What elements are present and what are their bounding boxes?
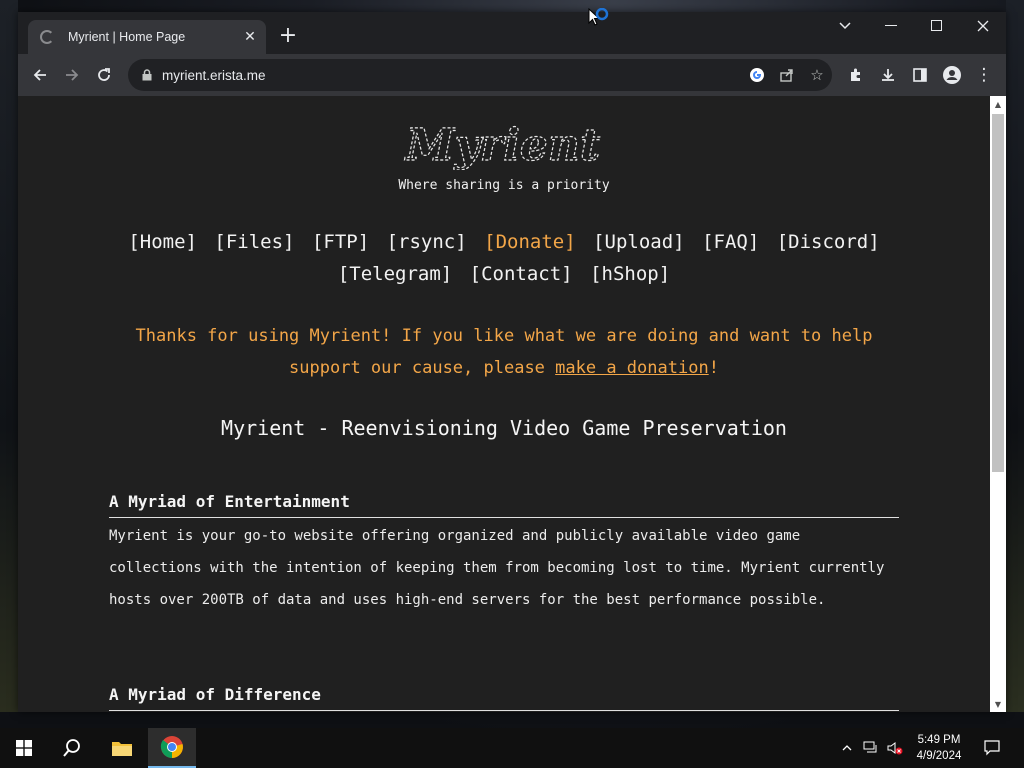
nav-faq[interactable]: [FAQ] — [702, 231, 759, 253]
clock-date: 4/9/2024 — [916, 750, 962, 762]
busy-cursor-icon — [588, 8, 609, 26]
new-tab-button[interactable]: + — [276, 24, 300, 48]
nav-telegram[interactable]: [Telegram] — [338, 263, 452, 285]
chrome-window: Myrient | Home Page ✕ + myrient.erista.m… — [18, 12, 1006, 712]
tagline: Where sharing is a priority — [398, 178, 610, 193]
nav-discord[interactable]: [Discord] — [777, 231, 880, 253]
section-body-entertainment: Myrient is your go-to website offering o… — [109, 528, 885, 608]
extensions-puzzle-icon[interactable] — [842, 61, 870, 89]
address-bar[interactable]: myrient.erista.me ☆ — [128, 59, 832, 91]
donation-banner-end: ! — [708, 358, 719, 378]
maximize-button[interactable] — [914, 12, 960, 40]
search-icon[interactable] — [48, 728, 96, 768]
profile-avatar-icon[interactable] — [938, 61, 966, 89]
start-windows-icon[interactable] — [0, 728, 48, 768]
page-scrollbar[interactable]: ▲ ▼ — [990, 96, 1006, 712]
chrome-taskbar-icon[interactable] — [148, 728, 196, 768]
minimize-button[interactable] — [868, 12, 914, 40]
tab-close-icon[interactable]: ✕ — [240, 27, 260, 47]
close-window-button[interactable] — [960, 12, 1006, 40]
title-bar: Myrient | Home Page ✕ + — [18, 12, 1006, 54]
myrient-ascii-logo: Myrient — [403, 122, 601, 170]
back-arrow-icon[interactable] — [26, 61, 54, 89]
nav-hshop[interactable]: [hShop] — [590, 263, 670, 285]
scroll-down-arrow-icon[interactable]: ▼ — [990, 696, 1006, 712]
nav-files[interactable]: [Files] — [214, 231, 294, 253]
main-nav: [Home] [Files] [FTP] [rsync] [Donate] [U… — [118, 226, 890, 290]
file-explorer-icon[interactable] — [98, 728, 146, 768]
nav-rsync[interactable]: [rsync] — [387, 231, 467, 253]
tab-search-icon[interactable] — [822, 12, 868, 40]
nav-upload[interactable]: [Upload] — [593, 231, 685, 253]
network-icon[interactable] — [860, 728, 882, 768]
section-heading-difference: A Myriad of Difference — [109, 685, 899, 711]
tab-title: Myrient | Home Page — [68, 30, 186, 44]
browser-toolbar: myrient.erista.me ☆ ⋮ — [18, 54, 1006, 96]
forward-arrow-icon[interactable] — [58, 61, 86, 89]
reload-icon[interactable] — [90, 61, 118, 89]
url-text[interactable]: myrient.erista.me — [162, 68, 742, 83]
nav-ftp[interactable]: [FTP] — [312, 231, 369, 253]
side-panel-icon[interactable] — [906, 61, 934, 89]
scroll-up-arrow-icon[interactable]: ▲ — [990, 96, 1006, 112]
tab-myrient-home[interactable]: Myrient | Home Page ✕ — [28, 20, 266, 54]
donation-banner-text: Thanks for using Myrient! If you like wh… — [135, 326, 873, 378]
nav-donate[interactable]: [Donate] — [484, 231, 576, 253]
make-donation-link[interactable]: make a donation — [555, 358, 709, 378]
google-translate-icon[interactable] — [742, 60, 772, 90]
download-icon[interactable] — [874, 61, 902, 89]
clock-time: 5:49 PM — [917, 734, 961, 746]
show-hidden-icons-chevron-icon[interactable] — [838, 728, 856, 768]
lock-icon[interactable] — [140, 68, 154, 82]
taskbar-clock[interactable]: 5:49 PM 4/9/2024 — [906, 732, 972, 764]
nav-contact[interactable]: [Contact] — [470, 263, 573, 285]
donation-banner: Thanks for using Myrient! If you like wh… — [108, 320, 900, 384]
myrient-page: Myrient Where sharing is a priority [Hom… — [18, 96, 990, 712]
menu-kebab-icon[interactable]: ⋮ — [970, 61, 998, 89]
notification-center-icon[interactable] — [978, 728, 1006, 768]
desktop-wallpaper-left — [0, 0, 18, 712]
page-headline: Myrient - Reenvisioning Video Game Prese… — [221, 416, 787, 440]
scroll-thumb[interactable] — [992, 114, 1004, 472]
svg-text:Myrient: Myrient — [404, 122, 600, 170]
loading-spinner-icon — [40, 30, 54, 44]
volume-muted-icon[interactable] — [884, 728, 906, 768]
desktop-wallpaper-right — [1006, 0, 1024, 712]
bookmark-star-icon[interactable]: ☆ — [802, 60, 832, 90]
page-viewport: Myrient Where sharing is a priority [Hom… — [18, 96, 1006, 712]
share-icon[interactable] — [772, 60, 802, 90]
windows-taskbar: 5:49 PM 4/9/2024 — [0, 728, 1024, 768]
section-heading-entertainment: A Myriad of Entertainment — [109, 492, 899, 518]
nav-home[interactable]: [Home] — [128, 231, 197, 253]
